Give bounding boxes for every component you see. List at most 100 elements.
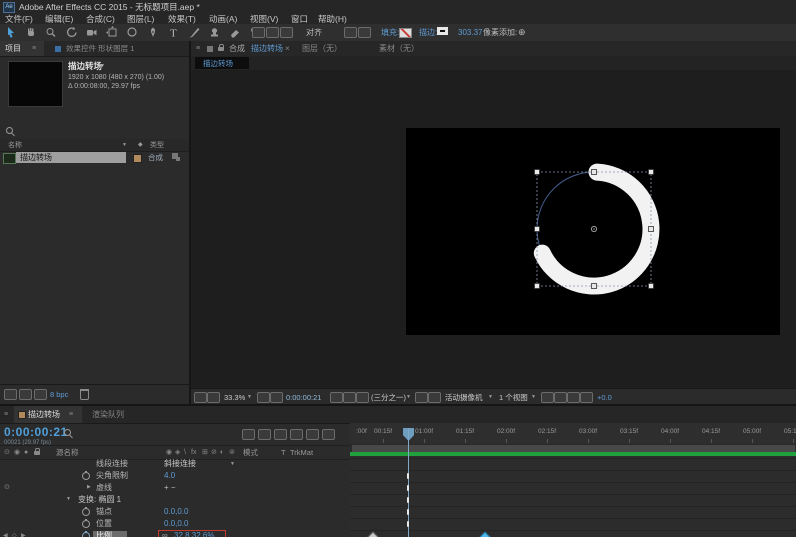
property-label[interactable]: 比例 — [96, 532, 112, 537]
timeline-timecode[interactable]: 0:00:00:21 — [4, 426, 68, 438]
expand-caret-icon[interactable]: ▼ — [66, 497, 71, 502]
clone-stamp-tool-icon[interactable] — [208, 26, 221, 39]
flowchart-icon[interactable] — [567, 392, 580, 403]
timeline-search-input[interactable] — [76, 427, 226, 438]
stroke-label[interactable]: 描边: — [419, 29, 437, 37]
snap-align-label[interactable]: 对齐 — [306, 29, 322, 37]
graph-editor-icon[interactable] — [322, 429, 335, 440]
new-folder-icon[interactable] — [19, 389, 32, 400]
eraser-tool-icon[interactable] — [228, 26, 241, 39]
viewer-timecode[interactable]: 0:00:00:21 — [286, 394, 321, 402]
column-source-name[interactable]: 源名称 — [56, 449, 79, 457]
stopwatch-active-icon[interactable] — [82, 531, 90, 537]
group-label[interactable]: 变换: 椭圆 1 — [78, 496, 121, 504]
property-value[interactable]: 4.0 — [164, 472, 175, 480]
tab-project[interactable]: 项目 ≡ — [0, 41, 44, 56]
menu-animation[interactable]: 动画(A) — [209, 15, 237, 24]
row-eye-icon[interactable]: ⊙ — [4, 484, 10, 491]
bezier-path-icon[interactable] — [344, 27, 357, 38]
camera-caret-icon[interactable]: ▼ — [488, 395, 493, 400]
property-label[interactable]: 锚点 — [96, 508, 112, 516]
comp-title-caret-icon[interactable]: ▼ — [100, 64, 105, 69]
property-value[interactable]: 0.0,0.0 — [164, 520, 188, 528]
show-snapshot-icon[interactable] — [207, 392, 220, 403]
rotation-tool-icon[interactable] — [65, 26, 78, 39]
exposure-value[interactable]: +0.0 — [597, 394, 612, 402]
safe-zones-icon[interactable] — [257, 392, 270, 403]
viewer-panel-menu-icon[interactable]: ≡ — [196, 45, 200, 52]
tab-composition-name[interactable]: 描边转场 — [251, 45, 283, 53]
stroke-width-value[interactable]: 303.37 — [458, 29, 482, 37]
property-label[interactable]: 线段连接 — [96, 460, 128, 468]
timeline-search-icon[interactable] — [64, 429, 71, 436]
property-label[interactable]: 位置 — [96, 520, 112, 528]
switch-fx-icon[interactable]: fx — [191, 449, 196, 456]
audio-icon[interactable]: ◉ — [14, 449, 20, 456]
shape-overlay[interactable] — [406, 128, 780, 335]
zoom-caret-icon[interactable]: ▼ — [247, 395, 252, 400]
column-name[interactable]: 名称 — [8, 142, 22, 149]
zoom-tool-icon[interactable] — [44, 26, 57, 39]
tab-render-queue[interactable]: 渲染队列 — [92, 411, 124, 419]
view-caret-icon[interactable]: ▼ — [531, 395, 536, 400]
switch-3d-icon[interactable]: ⊚ — [229, 449, 235, 456]
solo-icon[interactable]: ● — [24, 449, 28, 456]
column-trkmat[interactable]: TrkMat — [290, 449, 313, 457]
delete-trash-icon[interactable] — [80, 389, 89, 400]
shape-ellipse-tool-icon[interactable] — [126, 26, 139, 39]
region-of-interest-icon[interactable] — [330, 392, 343, 403]
switch-collapse-icon[interactable]: ◈ — [175, 449, 180, 456]
convert-vertex-icon[interactable] — [358, 27, 371, 38]
keyframe-diamond-selected[interactable] — [479, 531, 491, 537]
property-value[interactable]: 0.0,0.0 — [164, 508, 188, 516]
add-label[interactable]: 添加: — [499, 29, 517, 37]
menu-file[interactable]: 文件(F) — [5, 15, 33, 24]
hand-tool-icon[interactable] — [24, 26, 37, 39]
prev-keyframe-icon[interactable]: ◀ — [3, 533, 8, 537]
exposure-gain-icon[interactable] — [580, 392, 593, 403]
menu-composition[interactable]: 合成(C) — [86, 15, 115, 24]
search-icon[interactable] — [6, 127, 13, 134]
viewer-canvas[interactable] — [191, 70, 796, 388]
dash-add-remove[interactable]: + − — [164, 484, 176, 492]
bit-depth-label[interactable]: 8 bpc — [50, 391, 68, 399]
shape-layer-icon[interactable] — [266, 27, 279, 38]
property-label[interactable]: 尖角限制 — [96, 472, 128, 480]
menu-effect[interactable]: 效果(T) — [168, 15, 196, 24]
menu-help[interactable]: 帮助(H) — [318, 15, 347, 24]
stopwatch-icon[interactable] — [82, 471, 90, 480]
time-ruler[interactable]: :00f 00:15f 01:00f 01:15f 02:00f 02:15f … — [350, 423, 796, 445]
pen-tool-icon[interactable] — [147, 26, 160, 39]
switch-shy-icon[interactable]: ◉ — [166, 449, 172, 456]
camera-tool-icon[interactable] — [85, 26, 98, 39]
exposure-reset-icon[interactable] — [554, 392, 567, 403]
hide-shy-layers-icon[interactable] — [274, 429, 287, 440]
new-composition-icon[interactable] — [34, 389, 47, 400]
stroke-color-swatch[interactable] — [437, 27, 448, 35]
keyframe-diamond[interactable] — [367, 531, 379, 537]
motion-blur-icon[interactable] — [306, 429, 319, 440]
interpret-footage-icon[interactable] — [4, 389, 17, 400]
expand-caret-icon[interactable]: ▶ — [87, 485, 91, 490]
timeline-button-icon[interactable] — [428, 392, 441, 403]
pan-behind-tool-icon[interactable] — [105, 26, 119, 39]
mask-visibility-icon[interactable] — [252, 27, 265, 38]
add-shape-icon[interactable]: ⊕ — [518, 28, 526, 37]
menu-view[interactable]: 视图(V) — [250, 15, 278, 24]
item-label-chip[interactable] — [133, 154, 142, 163]
property-label[interactable]: 虚线 — [96, 484, 112, 492]
comp-title[interactable]: 描边转场 — [68, 62, 102, 71]
menu-window[interactable]: 窗口 — [291, 15, 308, 24]
menu-layer[interactable]: 图层(L) — [127, 15, 154, 24]
zoom-level[interactable]: 33.3% — [224, 394, 245, 402]
fast-preview-icon[interactable] — [415, 392, 428, 403]
switch-adjustment-icon[interactable]: ◐ — [220, 449, 224, 456]
camera-view-value[interactable]: 活动摄像机 — [445, 394, 483, 402]
project-item-row[interactable]: 描边转场 合成 — [0, 151, 189, 164]
fill-color-swatch[interactable] — [399, 28, 412, 38]
add-keyframe-icon[interactable]: ◇ — [12, 533, 17, 537]
frame-blending-icon[interactable] — [290, 429, 303, 440]
column-type[interactable]: 类型 — [150, 142, 164, 149]
comp-subtab[interactable]: 描边转场 — [195, 57, 249, 69]
view-count-value[interactable]: 1 个视图 — [499, 394, 528, 402]
